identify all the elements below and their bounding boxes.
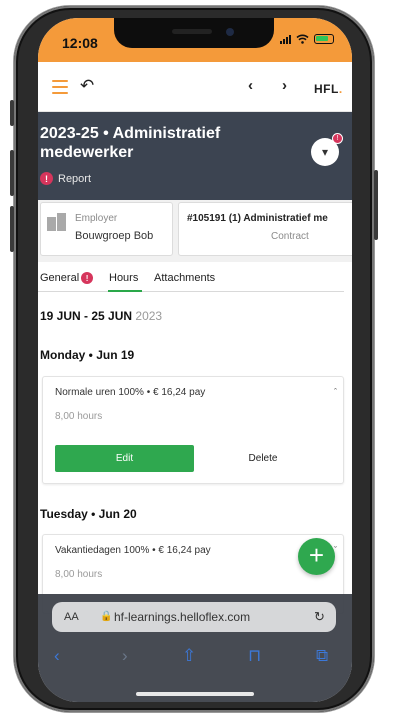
phone-side-button-left-2	[10, 150, 14, 196]
active-tab-indicator	[108, 290, 142, 292]
phone-side-button-left-3	[10, 206, 14, 252]
undo-icon[interactable]: ↶	[80, 77, 94, 95]
contract-card[interactable]: #105191 (1) Administratief me Contract	[178, 202, 352, 256]
entry-hours: 8,00 hours	[55, 569, 103, 580]
url-text[interactable]: hf-learnings.helloflex.com	[114, 610, 250, 624]
brand-logo: HFL.	[314, 80, 343, 98]
entry-description: Vakantiedagen 100% • € 16,24 pay	[55, 545, 211, 556]
tab-general[interactable]: General !	[40, 272, 94, 284]
tabs-icon[interactable]: ⧉	[316, 646, 328, 666]
previous-icon[interactable]: ‹	[248, 77, 253, 95]
tab-general-label: General	[40, 272, 80, 284]
next-icon[interactable]: ›	[282, 77, 287, 95]
entry-hours: 8,00 hours	[55, 411, 103, 422]
phone-screen: 12:08 ↶ ‹ › HFL. 2023-25 • Administratie…	[38, 18, 352, 702]
contract-label: Contract	[271, 231, 309, 242]
battery-icon	[314, 34, 334, 44]
chevron-up-icon[interactable]: ˆ	[334, 387, 337, 397]
week-year: 2023	[135, 309, 163, 323]
brand-dot: .	[338, 82, 343, 96]
lock-icon: 🔒	[100, 611, 113, 622]
entry-description: Normale uren 100% • € 16,24 pay	[55, 387, 206, 398]
page-header: 2023-25 • Administratief medewerker ! Re…	[38, 112, 352, 200]
edit-button[interactable]: Edit	[55, 445, 194, 472]
alert-icon: !	[40, 172, 53, 185]
tab-hours[interactable]: Hours	[109, 272, 138, 284]
browser-bottom-bar: AA 🔒 hf-learnings.helloflex.com ↻ ‹ › ⇧ …	[38, 594, 352, 702]
wifi-icon	[296, 34, 309, 44]
menu-icon[interactable]	[52, 80, 68, 94]
notch	[114, 18, 274, 48]
text-size-button[interactable]: AA	[64, 611, 79, 623]
add-button[interactable]: +	[298, 538, 335, 575]
employer-label: Employer	[75, 213, 118, 224]
day-heading: Tuesday • Jun 20	[40, 507, 137, 521]
signal-icon	[280, 34, 291, 44]
notification-badge: !	[332, 133, 343, 144]
status-time: 12:08	[62, 35, 98, 51]
day-heading: Monday • Jun 19	[40, 348, 135, 362]
share-icon[interactable]: ⇧	[182, 646, 196, 666]
status-icons	[280, 34, 334, 44]
brand-text: HFL	[314, 82, 339, 96]
tab-attachments[interactable]: Attachments	[154, 272, 215, 284]
address-bar[interactable]: AA 🔒 hf-learnings.helloflex.com ↻	[52, 602, 336, 632]
alert-icon: !	[81, 272, 94, 284]
page-title: 2023-25 • Administratief medewerker	[40, 125, 221, 161]
building-icon	[47, 213, 67, 231]
week-range-dates: 19 JUN - 25 JUN	[40, 309, 133, 323]
delete-button[interactable]: Delete	[213, 445, 313, 472]
back-icon[interactable]: ‹	[54, 646, 60, 666]
contract-title: #105191 (1) Administratief me	[187, 213, 328, 224]
report-link[interactable]: ! Report	[40, 172, 91, 185]
week-range: 19 JUN - 25 JUN 2023	[40, 309, 162, 323]
app-toolbar: ↶ ‹ › HFL.	[38, 62, 352, 112]
bookmarks-icon[interactable]: ⊓	[248, 646, 261, 666]
info-cards: Employer Bouwgroep Bob #105191 (1) Admin…	[38, 200, 352, 262]
status-bar: 12:08	[38, 18, 352, 62]
camera	[226, 28, 234, 36]
report-label: Report	[58, 172, 92, 185]
forward-icon[interactable]: ›	[122, 646, 128, 666]
hour-entry-card: Normale uren 100% • € 16,24 pay 8,00 hou…	[42, 376, 344, 484]
employer-card[interactable]: Employer Bouwgroep Bob	[40, 202, 173, 256]
reload-icon[interactable]: ↻	[314, 609, 325, 625]
browser-nav: ‹ › ⇧ ⊓ ⧉	[38, 646, 352, 670]
phone-side-button-left-1	[10, 100, 14, 126]
tab-bar: General ! Hours Attachments	[38, 262, 344, 292]
employer-value: Bouwgroep Bob	[75, 230, 154, 242]
phone-side-button-right	[374, 170, 378, 240]
home-indicator[interactable]	[136, 692, 254, 696]
speaker	[172, 29, 212, 34]
